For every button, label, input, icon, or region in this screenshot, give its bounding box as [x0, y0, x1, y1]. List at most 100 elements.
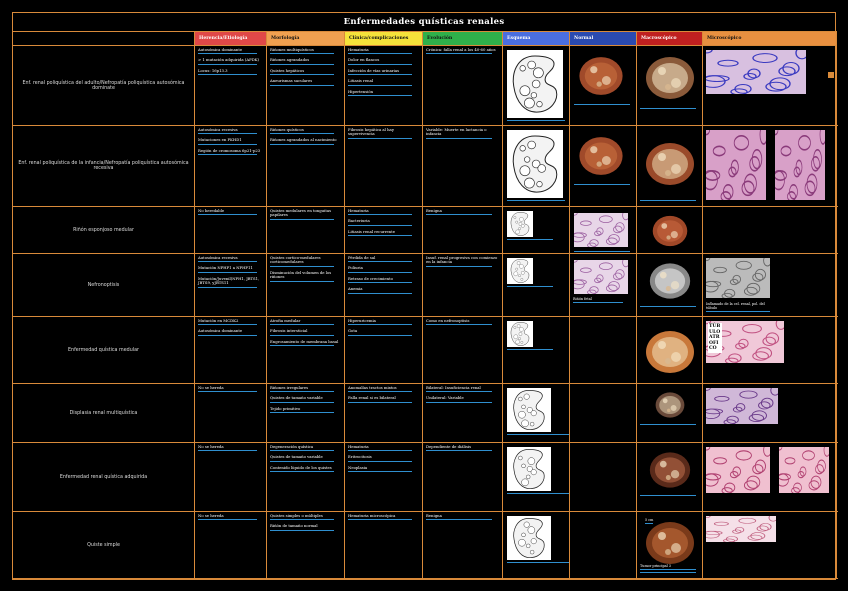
table-row: Displasia renal multiquística No se hered… — [12, 383, 837, 443]
normal-kidney-figure — [570, 210, 630, 248]
disease-name: Enf. renal poliquística del adulto/Nefro… — [12, 45, 195, 126]
histology-figure — [703, 126, 768, 202]
clinica-cell: Hematuria microscópica — [344, 511, 423, 579]
normal-kidney-figure — [570, 257, 630, 295]
macroscopico-cell — [636, 383, 703, 443]
normal-kidney-figure — [574, 52, 628, 100]
morfologia-item: Riñones agrandados al nacimiento — [270, 138, 341, 145]
kidney-schema-figure — [507, 258, 533, 284]
evolucion-item: Insuf. renal progresiva con comienzo en … — [426, 255, 499, 268]
morfologia-item: Riñones quísticos — [270, 127, 341, 135]
herencia-cell: Autosómica dominante > 1 mutación adquiri… — [194, 45, 267, 126]
herencia-cell: Autosómica recesiva Mutaciones en PKHD1 Re… — [194, 125, 267, 207]
histology-figure — [703, 513, 778, 543]
morfologia-item: Quistes medulares en tonguitas papilares — [270, 208, 341, 221]
morfologia-cell: Quistes medulares en tonguitas papilares — [266, 206, 345, 254]
clinica-item: Anomalías tractos mixtos — [348, 385, 419, 393]
macroscopico-cell — [636, 316, 703, 384]
evolucion-item: Benigna — [426, 513, 499, 521]
cystic-disease-table: Herencia/Etiología Morfología Clínica/co… — [12, 31, 837, 579]
clinica-item: Litiasis renal — [348, 78, 419, 86]
evolucion-item: Crónica: falla renal a los 40-60 años — [426, 47, 499, 55]
disease-name: Displasia renal multiquística — [12, 383, 195, 443]
morfologia-item: Quistes simples o múltiples — [270, 513, 341, 521]
histology-figure-2 — [775, 443, 831, 495]
morfologia-cell: Quistes cortico-medulares corticomedular… — [266, 253, 345, 317]
herencia-item: No se hereda — [198, 513, 263, 521]
morfologia-item: Disminución del volumen de los riñones — [270, 270, 341, 283]
histology-figure-2 — [771, 126, 827, 202]
herencia-item: Autosómica dominante — [198, 47, 263, 55]
microscopico-cell — [702, 383, 837, 443]
kidney-schema-figure — [507, 447, 551, 491]
macroscopic-kidney-figure — [640, 449, 700, 491]
disease-name: Enfermedad renal quística adquirida — [12, 442, 195, 512]
scale-caption: 5 cm — [645, 518, 654, 522]
clinica-item: Fibrosis hepática al hay supervivencia — [348, 127, 419, 140]
clinica-item: Infección de vías urinarias — [348, 68, 419, 76]
microscopic-caption: Inflamado de la cel. renal, pol. del túb… — [706, 302, 770, 312]
herencia-cell: Mutación en MCDK2 Autosómica dominante — [194, 316, 267, 384]
microscopico-cell — [702, 511, 837, 579]
herencia-item: No se hereda — [198, 385, 263, 393]
morfologia-cell: Riñones irregulares Quistes de tamaño var… — [266, 383, 345, 443]
table-row: Enfermedad quística medular Mutación en M… — [12, 316, 837, 384]
evolucion-item: Variable: Muerte en lactancia o infancia — [426, 127, 499, 140]
esquema-cell — [502, 253, 570, 317]
microscopico-cell — [702, 442, 837, 512]
marker-square — [828, 72, 834, 78]
header-esquema: Esquema — [502, 31, 570, 46]
morfologia-cell: Quistes simples o múltiples Riñón de tama… — [266, 511, 345, 579]
histology-figure — [703, 443, 772, 495]
herencia-cell: No se hereda — [194, 383, 267, 443]
normal-kidney-figure — [574, 132, 628, 180]
evolucion-item: Como en nefronoptisis — [426, 318, 499, 326]
esquema-cell — [502, 442, 570, 512]
herencia-item: Autosómica dominante — [198, 329, 263, 336]
evolucion-cell: Insuf. renal progresiva con comienzo en … — [422, 253, 503, 317]
evolucion-item: Unilateral: Variable — [426, 396, 499, 403]
macroscopic-kidney-figure — [640, 213, 700, 249]
clinica-item: Pérdida de sal — [348, 255, 419, 263]
esquema-cell — [502, 316, 570, 384]
esquema-cell — [502, 511, 570, 579]
clinica-item: Neoplasia — [348, 465, 419, 473]
histology-figure — [703, 254, 772, 300]
disease-name: Nefronoptisis — [12, 253, 195, 317]
kidney-schema-figure — [507, 516, 551, 560]
herencia-cell: No se hereda — [194, 511, 267, 579]
morfologia-cell: Atrofia medular Fibrosis intersticial Engr… — [266, 316, 345, 384]
macroscopico-cell — [636, 45, 703, 126]
clinica-cell: Fibrosis hepática al hay supervivencia — [344, 125, 423, 207]
morfologia-item: Quistes hepáticos — [270, 68, 341, 76]
clinica-item: Hiperuricemia — [348, 318, 419, 326]
disease-name: Enfermedad quística medular — [12, 316, 195, 384]
macroscopico-cell — [636, 206, 703, 254]
macroscopic-kidney-figure — [640, 132, 700, 196]
morfologia-item: Riñones agrandados — [270, 58, 341, 65]
macroscopic-kidney-figure — [640, 260, 700, 302]
esquema-cell — [502, 206, 570, 254]
clinica-item: Dolor en flancos — [348, 58, 419, 65]
morfologia-item: Riñón de tamaño normal — [270, 524, 341, 531]
macroscopico-cell — [636, 253, 703, 317]
evolucion-cell: Dependiente de diálisis — [422, 442, 503, 512]
microscopico-cell — [702, 45, 837, 126]
normal-cell — [569, 206, 637, 254]
disease-name: Quiste simple — [12, 511, 195, 579]
herencia-item: Región de cromosoma 6p21-p23 — [198, 148, 263, 156]
macroscopic-kidney-figure — [640, 518, 700, 568]
morfologia-item: Fibrosis intersticial — [270, 329, 341, 336]
evolucion-cell: Como en nefronoptisis — [422, 316, 503, 384]
evolucion-item: Dependiente de diálisis — [426, 444, 499, 452]
morfologia-item: Contenido líquido de los quistes — [270, 465, 341, 473]
clinica-cell: Hematuria Eritrocitosis Neoplasia — [344, 442, 423, 512]
morfologia-cell: Degeneración quística Quistes de tamaño v… — [266, 442, 345, 512]
clinica-cell: Hematuria Bacteriuria Litiasis renal recur… — [344, 206, 423, 254]
clinica-item: Hematuria — [348, 47, 419, 55]
evolucion-cell: Bilateral: Insuficiencia renal Unilateral… — [422, 383, 503, 443]
clinica-item: Gota — [348, 329, 419, 336]
esquema-cell — [502, 383, 570, 443]
table-row: Enf. renal poliquística del adulto/Nefro… — [12, 45, 837, 126]
normal-caption: Riñón fetal — [573, 297, 623, 303]
